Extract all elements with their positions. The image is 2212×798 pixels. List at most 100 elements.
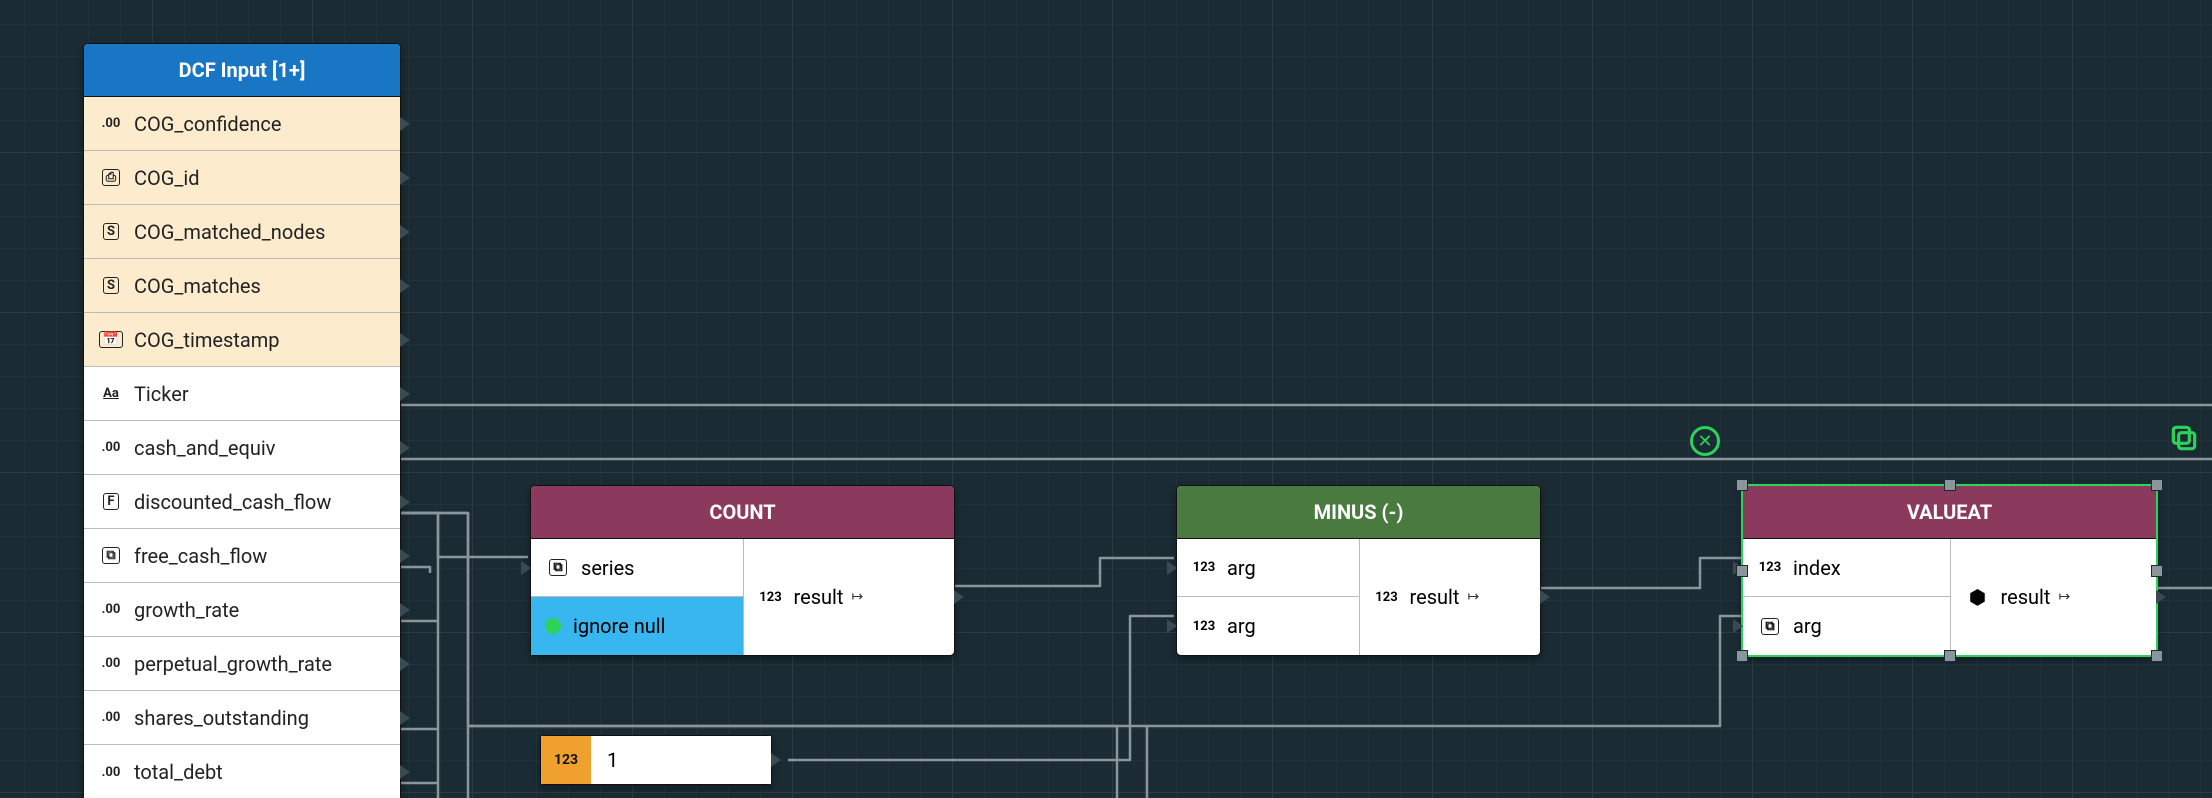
float-icon: .00 [98, 441, 124, 454]
field-cog-timestamp[interactable]: 📅 COG_timestamp [84, 313, 400, 367]
list-icon: ⧉ [1757, 618, 1783, 635]
field-label: perpetual_growth_rate [134, 652, 386, 676]
input-series[interactable]: ⧉ series [531, 539, 743, 597]
string-list-icon: S [98, 223, 124, 240]
output-port[interactable] [400, 279, 410, 293]
input-port[interactable] [521, 561, 531, 575]
param-label: ignore null [573, 614, 666, 638]
input-port[interactable] [1167, 561, 1177, 575]
output-port[interactable] [400, 495, 410, 509]
output-label: result [1410, 585, 1460, 609]
output-port[interactable] [400, 225, 410, 239]
output-port[interactable] [400, 117, 410, 131]
node-header[interactable]: DCF Input [1+] [84, 44, 400, 97]
node-count[interactable]: COUNT ⧉ series ignore null 123 result ↦ [530, 485, 955, 656]
field-label: COG_id [134, 166, 386, 190]
field-cog-matches[interactable]: S COG_matches [84, 259, 400, 313]
field-perpetual-growth-rate[interactable]: .00 perpetual_growth_rate [84, 637, 400, 691]
output-port[interactable] [400, 711, 410, 725]
output-port[interactable] [400, 441, 410, 455]
node-minus[interactable]: MINUS (-) 123 arg 123 arg 123 result ↦ [1176, 485, 1541, 656]
field-label: shares_outstanding [134, 706, 386, 730]
output-port[interactable] [771, 753, 781, 767]
param-label: arg [1793, 614, 1822, 638]
node-header[interactable]: MINUS (-) [1177, 486, 1540, 539]
node-constant[interactable]: 123 1 [540, 735, 772, 785]
field-ticker[interactable]: Aa Ticker [84, 367, 400, 421]
input-arg[interactable]: ⧉ arg [1743, 597, 1950, 655]
field-label: COG_confidence [134, 112, 386, 136]
field-label: cash_and_equiv [134, 436, 386, 460]
param-label: series [581, 556, 635, 580]
close-selection-icon[interactable]: ✕ [1690, 426, 1720, 456]
output-port[interactable] [1540, 590, 1550, 604]
workflow-canvas[interactable]: DCF Input [1+] .00 COG_confidence ⎙ COG_… [0, 0, 2212, 798]
map-arrow-icon: ↦ [2058, 589, 2070, 605]
constant-value[interactable]: 1 [591, 736, 771, 784]
output-port[interactable] [400, 549, 410, 563]
output-result[interactable]: 123 result ↦ [743, 539, 955, 655]
number-icon: 123 [1191, 620, 1217, 633]
output-port[interactable] [400, 603, 410, 617]
field-discounted-cash-flow[interactable]: F discounted_cash_flow [84, 475, 400, 529]
map-arrow-icon: ↦ [851, 589, 863, 605]
field-label: free_cash_flow [134, 544, 386, 568]
date-icon: 📅 [98, 331, 124, 348]
resize-handle[interactable] [1736, 479, 1748, 491]
value-text: 1 [607, 748, 618, 772]
number-icon: 123 [758, 591, 784, 604]
object-icon: ⬢ [1965, 585, 1991, 609]
resize-handle[interactable] [2151, 479, 2163, 491]
input-arg2[interactable]: 123 arg [1177, 597, 1359, 655]
output-port[interactable] [400, 765, 410, 779]
output-port[interactable] [400, 657, 410, 671]
field-cog-id[interactable]: ⎙ COG_id [84, 151, 400, 205]
field-cog-matched-nodes[interactable]: S COG_matched_nodes [84, 205, 400, 259]
status-dot-icon [545, 618, 561, 634]
node-valueat[interactable]: VALUEAT 123 index ⧉ arg ⬢ result ↦ [1742, 485, 2157, 656]
duplicate-icon[interactable] [2168, 422, 2200, 461]
field-total-debt[interactable]: .00 total_debt [84, 745, 400, 798]
id-icon: ⎙ [98, 169, 124, 186]
field-cog-confidence[interactable]: .00 COG_confidence [84, 97, 400, 151]
field-label: total_debt [134, 760, 386, 784]
resize-handle[interactable] [1944, 479, 1956, 491]
field-free-cash-flow[interactable]: ⧉ free_cash_flow [84, 529, 400, 583]
text-icon: Aa [98, 387, 124, 400]
node-dcf-input[interactable]: DCF Input [1+] .00 COG_confidence ⎙ COG_… [83, 43, 401, 798]
field-cash-and-equiv[interactable]: .00 cash_and_equiv [84, 421, 400, 475]
node-header[interactable]: COUNT [531, 486, 954, 539]
field-label: COG_timestamp [134, 328, 386, 352]
resize-handle[interactable] [1944, 650, 1956, 662]
resize-handle[interactable] [2151, 650, 2163, 662]
output-port[interactable] [400, 387, 410, 401]
resize-handle[interactable] [2151, 565, 2163, 577]
input-port[interactable] [1167, 619, 1177, 633]
field-label: growth_rate [134, 598, 386, 622]
input-ignore-null[interactable]: ignore null [531, 597, 743, 655]
resize-handle[interactable] [1736, 650, 1748, 662]
output-port[interactable] [400, 333, 410, 347]
resize-handle[interactable] [1736, 565, 1748, 577]
input-arg1[interactable]: 123 arg [1177, 539, 1359, 597]
input-index[interactable]: 123 index [1743, 539, 1950, 597]
float-icon: .00 [98, 117, 124, 130]
number-icon: 123 [1374, 591, 1400, 604]
number-type-icon: 123 [541, 736, 591, 784]
output-result[interactable]: ⬢ result ↦ [1950, 539, 2157, 655]
output-label: result [2001, 585, 2051, 609]
float-icon: .00 [98, 766, 124, 779]
list-icon: ⧉ [98, 547, 124, 564]
output-port[interactable] [2156, 590, 2166, 604]
float-icon: .00 [98, 603, 124, 616]
field-label: discounted_cash_flow [134, 490, 386, 514]
field-label: Ticker [134, 382, 386, 406]
output-port[interactable] [400, 171, 410, 185]
input-port[interactable] [1733, 619, 1743, 633]
map-arrow-icon: ↦ [1467, 589, 1479, 605]
output-port[interactable] [954, 590, 964, 604]
field-growth-rate[interactable]: .00 growth_rate [84, 583, 400, 637]
field-shares-outstanding[interactable]: .00 shares_outstanding [84, 691, 400, 745]
node-header[interactable]: VALUEAT [1743, 486, 2156, 539]
output-result[interactable]: 123 result ↦ [1359, 539, 1541, 655]
